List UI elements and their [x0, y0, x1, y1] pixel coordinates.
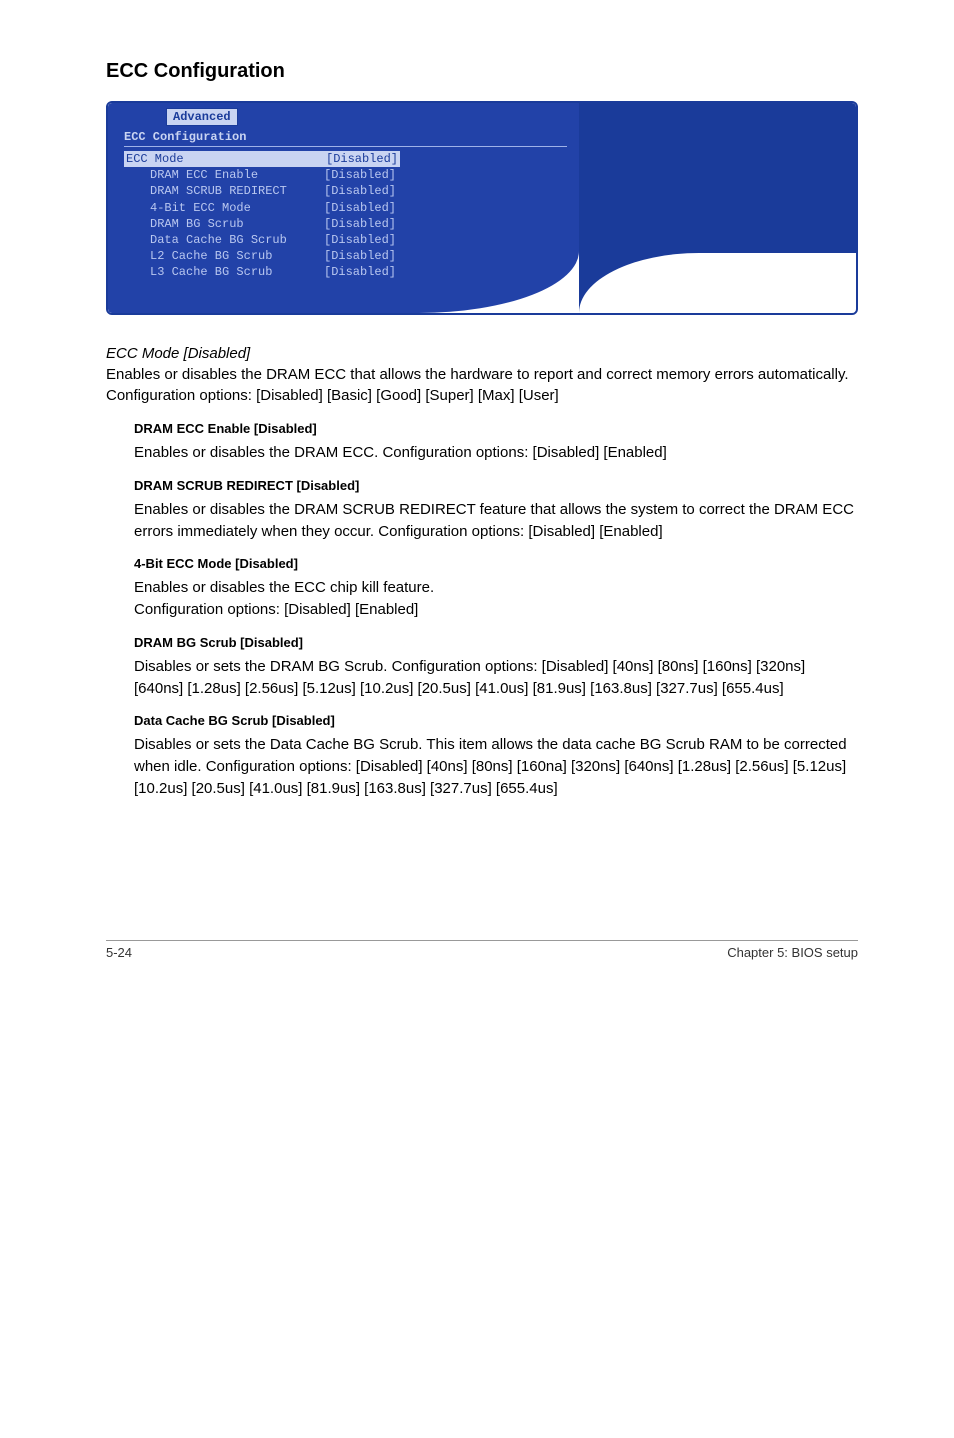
sub-option-block: DRAM ECC Enable [Disabled] Enables or dis…	[106, 421, 858, 464]
bios-config-row[interactable]: DRAM SCRUB REDIRECT[Disabled]	[124, 183, 567, 199]
footer-chapter: Chapter 5: BIOS setup	[727, 945, 858, 960]
sub-option-body: Enables or disables the DRAM ECC. Config…	[134, 442, 858, 464]
bios-config-label: Data Cache BG Scrub	[124, 232, 324, 248]
bios-config-label: DRAM SCRUB REDIRECT	[124, 183, 324, 199]
sub-option-body: Disables or sets the DRAM BG Scrub. Conf…	[134, 656, 858, 700]
bios-config-value: [Disabled]	[324, 248, 396, 264]
bios-left-content: Advanced ECC Configuration ECC Mode[Disa…	[124, 107, 567, 281]
bios-config-row[interactable]: DRAM BG Scrub[Disabled]	[124, 216, 567, 232]
sub-option-body: Disables or sets the Data Cache BG Scrub…	[134, 734, 858, 799]
sub-option-block: DRAM SCRUB REDIRECT [Disabled] Enables or…	[106, 478, 858, 543]
bios-config-value: [Disabled]	[324, 151, 400, 167]
bios-config-value: [Disabled]	[324, 183, 396, 199]
bios-config-row[interactable]: 4-Bit ECC Mode[Disabled]	[124, 200, 567, 216]
bios-config-row[interactable]: L2 Cache BG Scrub[Disabled]	[124, 248, 567, 264]
bios-separator	[124, 146, 567, 147]
bios-config-row[interactable]: L3 Cache BG Scrub[Disabled]	[124, 264, 567, 280]
page-footer: 5-24 Chapter 5: BIOS setup	[106, 940, 858, 960]
sub-option-heading: Data Cache BG Scrub [Disabled]	[134, 713, 858, 728]
page: ECC Configuration Advanced ECC Configura…	[0, 0, 954, 1040]
sub-option-block: DRAM BG Scrub [Disabled] Disables or sets…	[106, 635, 858, 700]
section-heading: ECC Configuration	[106, 60, 858, 83]
bios-config-value: [Disabled]	[324, 200, 396, 216]
bios-panel-title: ECC Configuration	[124, 130, 567, 144]
sub-option-body: Enables or disables the DRAM SCRUB REDIR…	[134, 499, 858, 543]
bios-config-rows: ECC Mode[Disabled]DRAM ECC Enable[Disabl…	[124, 151, 567, 281]
bios-left-pane: Advanced ECC Configuration ECC Mode[Disa…	[108, 103, 579, 313]
footer-page-number: 5-24	[106, 945, 132, 960]
bios-config-label: 4-Bit ECC Mode	[124, 200, 324, 216]
bios-inner: Advanced ECC Configuration ECC Mode[Disa…	[108, 103, 856, 313]
bios-config-label: ECC Mode	[124, 151, 324, 167]
ecc-mode-block: ECC Mode [Disabled] Enables or disables …	[106, 345, 858, 408]
bios-config-row[interactable]: ECC Mode[Disabled]	[124, 151, 567, 167]
sub-option-heading: DRAM BG Scrub [Disabled]	[134, 635, 858, 650]
bios-tab-row: Advanced	[166, 107, 567, 126]
bios-config-value: [Disabled]	[324, 167, 396, 183]
bios-config-label: DRAM BG Scrub	[124, 216, 324, 232]
sub-option-heading: 4-Bit ECC Mode [Disabled]	[134, 556, 858, 571]
ecc-mode-body: Enables or disables the DRAM ECC that al…	[106, 364, 858, 408]
bios-config-row[interactable]: Data Cache BG Scrub[Disabled]	[124, 232, 567, 248]
bios-config-row[interactable]: DRAM ECC Enable[Disabled]	[124, 167, 567, 183]
bios-config-label: DRAM ECC Enable	[124, 167, 324, 183]
sub-option-heading: DRAM SCRUB REDIRECT [Disabled]	[134, 478, 858, 493]
bios-config-label: L2 Cache BG Scrub	[124, 248, 324, 264]
sub-option-block: 4-Bit ECC Mode [Disabled] Enables or disa…	[106, 556, 858, 621]
sub-option-body: Enables or disables the ECC chip kill fe…	[134, 577, 858, 621]
ecc-mode-heading: ECC Mode [Disabled]	[106, 345, 858, 362]
bios-config-label: L3 Cache BG Scrub	[124, 264, 324, 280]
sub-options: DRAM ECC Enable [Disabled] Enables or dis…	[106, 421, 858, 800]
bios-panel: Advanced ECC Configuration ECC Mode[Disa…	[106, 101, 858, 315]
bios-config-value: [Disabled]	[324, 232, 396, 248]
ecc-mode-heading-text: ECC Mode [Disabled]	[106, 345, 250, 362]
bios-config-value: [Disabled]	[324, 264, 396, 280]
sub-option-heading: DRAM ECC Enable [Disabled]	[134, 421, 858, 436]
bios-right-pane	[579, 103, 856, 313]
sub-option-block: Data Cache BG Scrub [Disabled] Disables o…	[106, 713, 858, 799]
bios-tab-advanced[interactable]: Advanced	[166, 108, 238, 126]
bios-config-value: [Disabled]	[324, 216, 396, 232]
